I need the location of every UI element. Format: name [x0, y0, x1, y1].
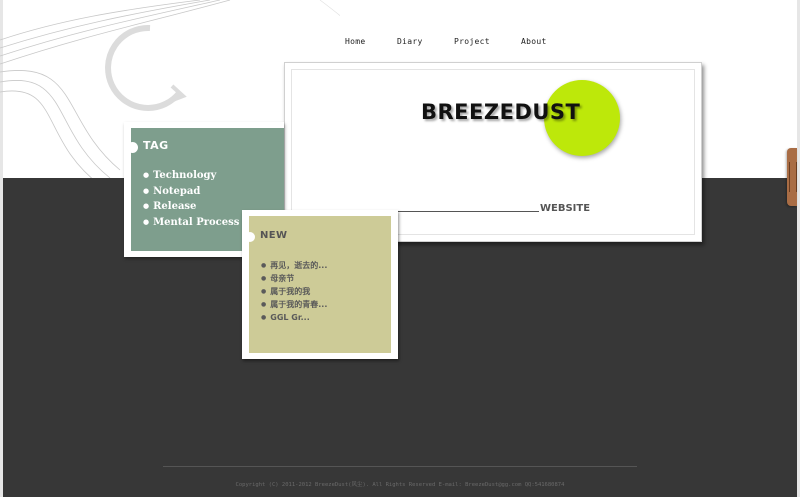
nav-diary-link[interactable]: Diary	[397, 37, 423, 46]
tag-panel-title: TAG	[143, 139, 169, 152]
new-post-item[interactable]: 母亲节	[261, 272, 327, 285]
new-post-item[interactable]: 再见，逝去的...	[261, 259, 327, 272]
tag-item-mental-process[interactable]: Mental Process	[143, 215, 239, 231]
new-panel-title: NEW	[260, 230, 288, 241]
footer-copyright: Copyright (C) 2011-2012 BreezeDust(风尘). …	[235, 482, 565, 488]
new-post-item[interactable]: GGL Gr...	[261, 311, 327, 324]
nav-project-link[interactable]: Project	[454, 37, 490, 46]
side-feedback-tab[interactable]	[787, 148, 797, 206]
tag-bullet-dot-icon	[127, 142, 138, 153]
new-panel: NEW 再见，逝去的... 母亲节 属于我的我 属于我的青春... GGL Gr…	[242, 210, 398, 359]
tag-list: Technology Notepad Release Mental Proces…	[143, 168, 239, 230]
new-post-item[interactable]: 属于我的我	[261, 285, 327, 298]
footer-divider	[163, 466, 637, 467]
new-panel-inner: NEW 再见，逝去的... 母亲节 属于我的我 属于我的青春... GGL Gr…	[245, 216, 391, 353]
tag-item-technology[interactable]: Technology	[143, 168, 239, 184]
new-post-item[interactable]: 属于我的青春...	[261, 298, 327, 311]
website-subtitle: WEBSITE	[540, 203, 591, 214]
tag-item-release[interactable]: Release	[143, 199, 239, 215]
new-post-list: 再见，逝去的... 母亲节 属于我的我 属于我的青春... GGL Gr...	[261, 259, 327, 324]
new-bullet-dot-icon	[245, 232, 255, 242]
tag-item-notepad[interactable]: Notepad	[143, 184, 239, 200]
nav-home-link[interactable]: Home	[345, 37, 365, 46]
side-tab-grip-icon	[789, 162, 797, 192]
nav-about-link[interactable]: About	[521, 37, 547, 46]
site-brand-title: BREEZEDUST	[421, 100, 581, 124]
